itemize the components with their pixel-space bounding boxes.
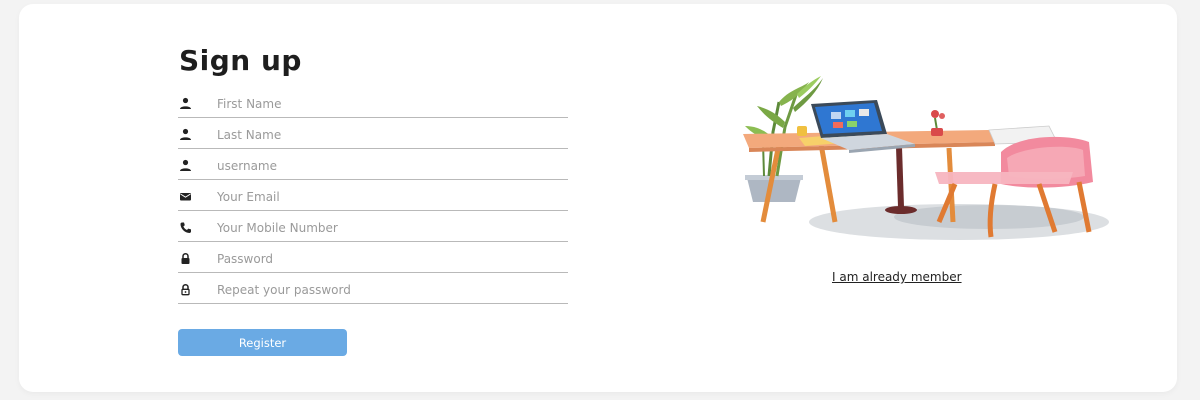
page-title: Sign up xyxy=(179,44,302,77)
last-name-input[interactable] xyxy=(217,124,557,146)
person-icon xyxy=(178,158,192,172)
person-icon xyxy=(178,96,192,110)
lock-outline-icon xyxy=(178,282,192,296)
password-field xyxy=(178,248,568,273)
first-name-field xyxy=(178,93,568,118)
mobile-field xyxy=(178,217,568,242)
email-input[interactable] xyxy=(217,186,557,208)
register-button[interactable]: Register xyxy=(178,329,347,356)
lock-icon xyxy=(178,251,192,265)
last-name-field xyxy=(178,124,568,149)
username-input[interactable] xyxy=(217,155,557,177)
repeat-password-field xyxy=(178,279,568,304)
phone-icon xyxy=(178,220,192,234)
mobile-input[interactable] xyxy=(217,217,557,239)
email-field xyxy=(178,186,568,211)
signup-card: Sign up First Name Last Name username Yo… xyxy=(19,4,1177,392)
already-member-link[interactable]: I am already member xyxy=(832,270,962,284)
username-field xyxy=(178,155,568,180)
first-name-input[interactable] xyxy=(217,93,557,115)
password-input[interactable] xyxy=(217,248,557,270)
repeat-password-input[interactable] xyxy=(217,279,557,301)
person-icon xyxy=(178,127,192,141)
email-icon xyxy=(178,189,192,203)
desk-laptop-illustration xyxy=(739,72,1119,244)
